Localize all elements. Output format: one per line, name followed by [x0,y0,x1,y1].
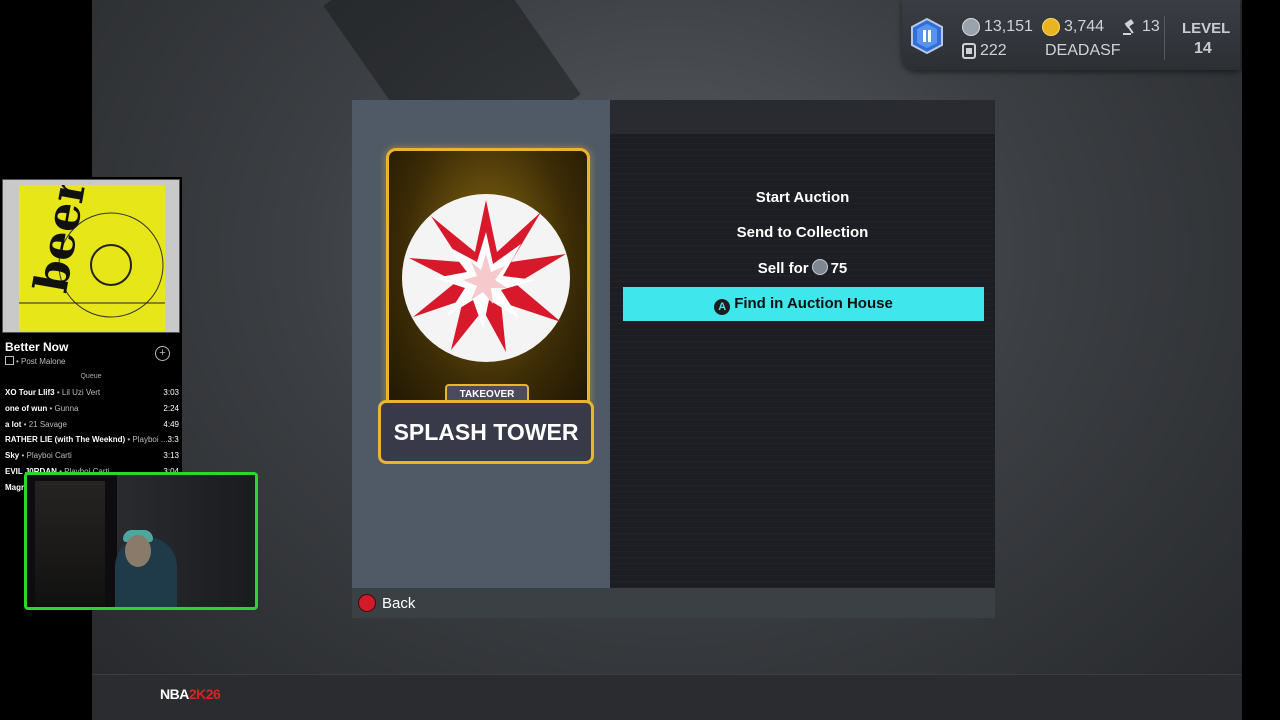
add-icon[interactable]: + [155,346,170,361]
queue-item[interactable]: XO Tour Llif3 • Lil Uzi Vert 3:03 [5,385,179,401]
webcam-background [35,481,105,606]
vc-coin-icon [1042,18,1060,36]
album-art-frame: beer [2,179,180,333]
sell-label: Sell for [757,260,809,277]
letterbox-right [1242,0,1280,720]
find-label: Find in Auction House [734,295,893,312]
player-card: TAKEOVER SPLASH TOWER [378,148,594,466]
send-to-collection-option[interactable]: Send to Collection [610,224,995,241]
queue-track-duration: 3:30 [167,435,179,445]
vc-amount: 3,744 [1064,18,1105,35]
token-balance: 222 [962,42,1007,60]
webcam-overlay [24,472,258,610]
hud-divider [1164,16,1165,60]
card-name: SPLASH TOWER [378,400,594,464]
queue-track-name: a lot [5,419,22,429]
queue-track-name: Sky [5,451,20,461]
back-button[interactable]: Back [358,594,415,612]
token-amount: 222 [980,42,1007,59]
queue-track-name: Magr [5,482,25,492]
menu-panel [610,100,995,588]
sell-option[interactable]: Sell for 75 [610,259,995,277]
mt-coin-icon [962,18,980,36]
card-options-dialog: TAKEOVER SPLASH TOWER Start Auction Send… [352,100,995,618]
sell-price: 75 [830,260,848,277]
token-icon [962,43,976,59]
track-artist: • Post Malone [5,356,66,366]
queue-track-name: one of wun [5,403,48,413]
vc-balance: 3,744 [1042,18,1104,36]
queue-track-artist: • 21 Savage [21,419,67,429]
queue-track-artist: • Playboi ... [125,435,168,445]
menu-header-strip [610,100,995,134]
find-in-auction-house-option[interactable]: A Find in Auction House [623,287,984,321]
queue-track-duration: 3:03 [163,388,179,397]
nba2k26-logo: NBA2K26 [160,686,221,702]
currency-hud: 13,151 222 3,744 13 DEADASF LEVEL 14 [902,0,1240,70]
queue-track-name: RATHER LIE (with The Weeknd) [5,435,126,445]
bottom-bar [92,674,1242,720]
pause-badge-icon [911,18,943,54]
track-title: Better Now [5,340,69,354]
logo-suffix: 2K26 [188,686,221,702]
queue-track-duration: 3:13 [163,451,179,461]
queue-track-artist: • Lil Uzi Vert [54,388,101,397]
mt-balance: 13,151 [962,18,1033,36]
gavel-amount: 13 [1142,18,1160,35]
start-auction-option[interactable]: Start Auction [610,189,995,206]
music-player-overlay: beer Better Now • Post Malone + Queue XO… [0,177,182,492]
queue-item[interactable]: RATHER LIE (with The Weeknd) • Playboi .… [5,432,179,448]
mt-coin-icon [811,259,828,275]
queue-item[interactable]: a lot • 21 Savage 4:49 [5,417,179,433]
explicit-icon [5,356,14,365]
queue-label: Queue [80,373,102,380]
mt-amount: 13,151 [984,18,1033,35]
queue-track-name: XO Tour Llif3 [5,388,55,397]
splash-burst-icon [402,194,570,362]
username: DEADASF [1045,42,1121,60]
level-label: LEVEL [1182,20,1231,37]
queue-track-duration: 2:24 [163,403,179,413]
auction-count: 13 [1122,18,1160,36]
gavel-icon [1123,19,1134,35]
queue-track-artist: • Gunna [47,403,79,413]
queue-item[interactable]: one of wun • Gunna 2:24 [5,401,179,417]
back-label: Back [382,594,416,612]
level-value: 14 [1194,40,1212,57]
username-text: DEADASF [1045,42,1121,59]
b-button-icon [358,594,376,612]
queue-track-duration: 4:49 [163,419,179,429]
track-artist-text: • Post Malone [16,357,66,366]
logo-prefix: NBA [160,686,189,702]
streamer-face [125,535,151,567]
dialog-footer [352,588,995,618]
album-art-graphic: beer [19,185,165,331]
a-button-icon: A [714,299,731,315]
album-art: beer [19,185,165,331]
queue-track-artist: • Playboi Carti [19,451,72,461]
queue-item[interactable]: Sky • Playboi Carti 3:13 [5,448,179,464]
